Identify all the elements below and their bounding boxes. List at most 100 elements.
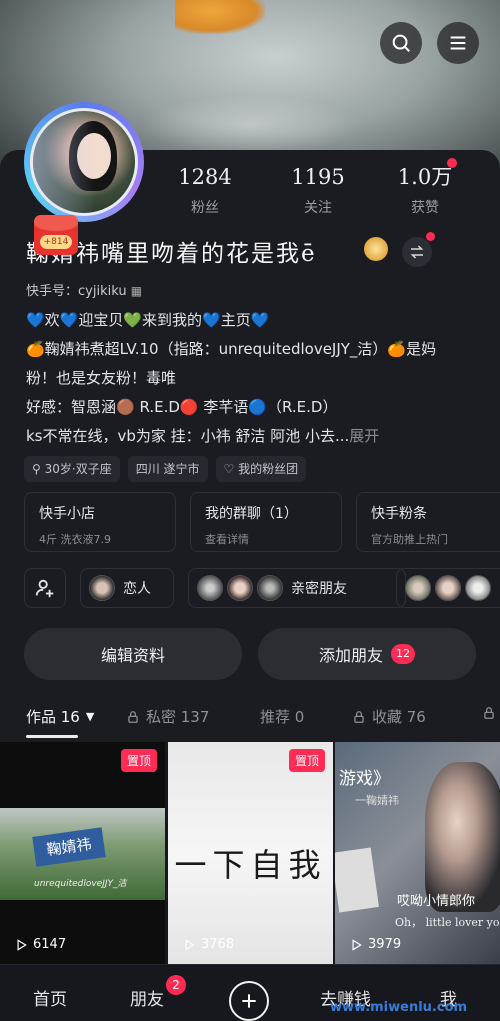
avatar[interactable] (24, 102, 144, 222)
thumb-photo (335, 847, 379, 913)
friend-avatar (89, 575, 115, 601)
friend-lover[interactable]: 恋人 (80, 568, 174, 608)
kuaishou-id[interactable]: 快手号：cyjikiku ▦ (26, 280, 142, 299)
switch-account-button[interactable] (402, 237, 432, 267)
following-count: 1195 (291, 165, 345, 189)
red-packet-button[interactable]: +814 (34, 215, 78, 255)
tab-private[interactable]: 私密 137 (126, 706, 209, 727)
tab-favorites-label: 收藏 76 (372, 708, 426, 726)
likes-label: 获赞 (411, 200, 439, 216)
thumb-big-text: 一下自我 (174, 846, 327, 884)
menu-icon (450, 36, 466, 50)
edit-profile-label: 编辑资料 (100, 646, 165, 665)
friend-close[interactable]: 亲密朋友 (188, 568, 406, 608)
card-shop-sub: 4斤 洗衣液7.9 (39, 533, 111, 546)
tab-recommend[interactable]: 推荐 0 (260, 706, 304, 727)
likes-stat[interactable]: 1.0万 获赞 (380, 163, 470, 217)
nav-friends-badge: 2 (166, 975, 186, 995)
lock-icon (354, 710, 364, 723)
content-tabs: 作品 16 ▼ 私密 137 推荐 0 收藏 76 (0, 700, 500, 738)
tag-fan-club[interactable]: ♡ 我的粉丝团 (215, 456, 307, 482)
followers-stat[interactable]: 1284 粉丝 (160, 163, 250, 217)
thumb-title: 游戏》 (339, 769, 390, 789)
card-promote-sub: 官方助推上热门 (371, 533, 448, 546)
friend-avatar (197, 575, 223, 601)
flower-decoration (175, 0, 265, 34)
add-user-icon (35, 579, 54, 598)
active-tab-indicator (26, 735, 78, 738)
thumb-author: 一鞠婧祎 (355, 794, 399, 807)
card-shop[interactable]: 快手小店 4斤 洗衣液7.9 (24, 492, 176, 552)
friend-avatar (435, 575, 461, 601)
followers-count: 1284 (178, 165, 232, 189)
thumb-caption-cn: 哎呦小情郎你 (397, 894, 476, 909)
friend-lover-label: 恋人 (123, 581, 151, 597)
lock-icon (484, 707, 494, 719)
tag-age[interactable]: ⚲ 30岁·双子座 (24, 456, 120, 482)
card-group-chat-sub: 查看详情 (205, 533, 249, 546)
friends-row: 恋人 亲密朋友 (24, 568, 500, 608)
video-thumb[interactable]: 一下自我 置顶 3768 (168, 742, 333, 964)
thumb-subtitle: unrequitedloveJJY_洁 (34, 879, 127, 889)
video-thumb[interactable]: 游戏》 一鞠婧祎 哎呦小情郎你 Oh， little lover yo 3979 (335, 742, 500, 964)
add-friend-count-badge: 12 (391, 644, 415, 664)
search-button[interactable] (380, 22, 422, 64)
following-stat[interactable]: 1195 关注 (273, 163, 363, 217)
tab-more-locked[interactable] (482, 706, 496, 720)
view-count: 6147 (14, 937, 66, 952)
tag-location[interactable]: 四川 遂宁市 (127, 456, 208, 482)
bio-line: 🍊鞠婧祎煮超LV.10（指路：unrequitedloveJJY_洁）🍊是妈 (26, 340, 437, 358)
swap-icon (410, 245, 424, 259)
pinned-badge: 置顶 (120, 749, 157, 772)
kuaishou-id-text: 快手号：cyjikiku (26, 284, 127, 299)
stats-row: 1284 粉丝 1195 关注 1.0万 获赞 (160, 163, 490, 223)
followers-label: 粉丝 (191, 200, 219, 216)
card-shop-title: 快手小店 (39, 506, 95, 522)
likes-count: 1.0万 (397, 165, 453, 189)
watermark: www.miwenlu.com (330, 1000, 468, 1015)
medal-icon[interactable] (364, 237, 388, 261)
bio-expand-link[interactable]: 展开 (349, 427, 379, 445)
hand-decoration (140, 95, 360, 155)
tab-favorites[interactable]: 收藏 76 (352, 706, 426, 727)
play-icon (352, 938, 362, 951)
card-promote[interactable]: 快手粉条 官方助推上热门 (356, 492, 500, 552)
switch-notification-dot (426, 232, 435, 241)
create-button[interactable] (229, 981, 269, 1021)
tab-works[interactable]: 作品 16 ▼ (26, 706, 94, 727)
tab-recommend-label: 推荐 0 (260, 708, 305, 726)
bio[interactable]: 💙欢💙迎宝贝💚来到我的💙主页💙 🍊鞠婧祎煮超LV.10（指路：unrequite… (26, 306, 486, 451)
menu-button[interactable] (437, 22, 479, 64)
friend-avatar (405, 575, 431, 601)
bio-line: 粉！也是女友粉！毒唯 (26, 369, 177, 387)
plus-icon (242, 994, 256, 1008)
view-count: 3768 (182, 937, 234, 952)
tab-private-label: 私密 137 (146, 708, 210, 726)
play-icon (185, 938, 195, 951)
pinned-badge: 置顶 (288, 749, 325, 772)
add-friend-icon-button[interactable] (24, 568, 66, 608)
friend-close-label: 亲密朋友 (291, 581, 347, 597)
likes-notification-dot (447, 158, 457, 168)
lock-icon (128, 710, 138, 723)
card-group-chat[interactable]: 我的群聊（1） 查看详情 (190, 492, 342, 552)
nav-friends[interactable]: 朋友 (130, 985, 164, 1010)
following-label: 关注 (304, 200, 332, 216)
bio-line: 好感：智恩涵🟤 R.E.D🔴 李芊语🔵（R.E.D） (26, 398, 338, 416)
friend-avatar (257, 575, 283, 601)
add-friend-label: 添加朋友 (318, 646, 383, 665)
chevron-down-icon: ▼ (85, 710, 95, 723)
play-icon (17, 938, 27, 951)
qr-code-icon[interactable]: ▦ (131, 284, 142, 298)
tag-row: ⚲ 30岁·双子座 四川 遂宁市 ♡ 我的粉丝团 (24, 456, 307, 482)
add-friend-button[interactable]: 添加朋友 12 (258, 628, 476, 680)
friend-avatar (227, 575, 253, 601)
friend-more[interactable] (396, 568, 500, 608)
friend-avatar (465, 575, 491, 601)
service-cards: 快手小店 4斤 洗衣液7.9 我的群聊（1） 查看详情 快手粉条 官方助推上热门 (24, 492, 500, 554)
bio-line: 💙欢💙迎宝贝💚来到我的💙主页💙 (26, 311, 270, 329)
video-thumb[interactable]: 鞠婧祎 unrequitedloveJJY_洁 置顶 6147 (0, 742, 165, 964)
nav-home[interactable]: 首页 (33, 985, 67, 1010)
thumb-caption-en: Oh， little lover yo (395, 916, 500, 929)
edit-profile-button[interactable]: 编辑资料 (24, 628, 242, 680)
